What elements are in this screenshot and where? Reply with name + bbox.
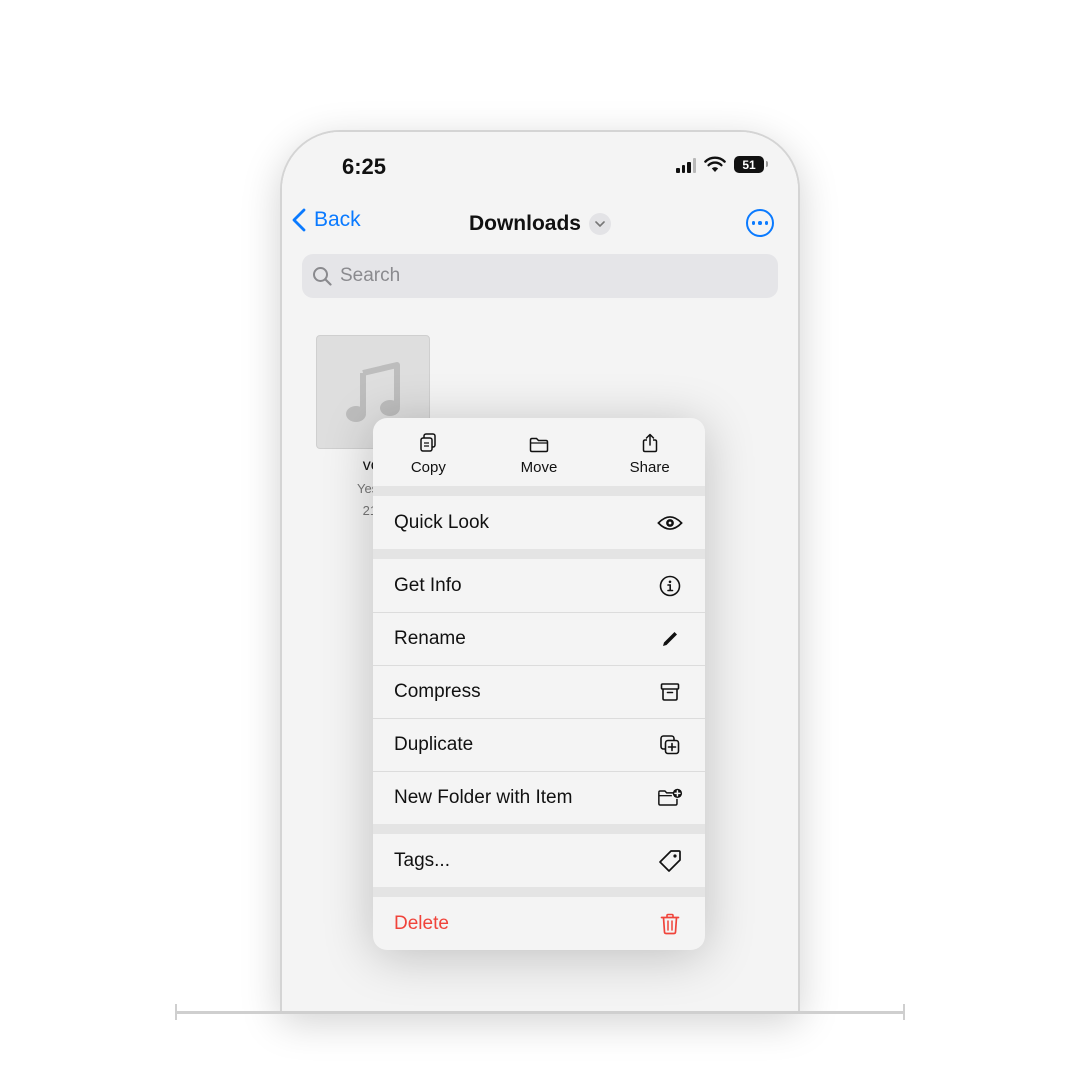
baseline-tick-left [175,1004,177,1020]
eye-icon [657,510,683,536]
share-button[interactable]: Share [594,418,705,486]
copy-label: Copy [410,459,446,476]
search-icon [313,267,332,286]
menu-separator [373,887,705,897]
quick-look-item[interactable]: Quick Look [373,496,705,549]
context-menu: Copy Move Share Quick Look Get Info Rena… [373,418,705,950]
battery-icon: 51 [734,156,768,173]
new-folder-label: New Folder with Item [394,787,573,808]
get-info-label: Get Info [394,574,462,596]
copy-button[interactable]: Copy [373,418,484,486]
delete-label: Delete [394,912,449,934]
share-label: Share [629,459,670,476]
compress-item[interactable]: Compress [373,665,705,718]
folder-plus-icon [657,785,683,811]
rename-item[interactable]: Rename [373,612,705,665]
wifi-icon [704,156,726,172]
new-folder-with-item[interactable]: New Folder with Item [373,771,705,824]
more-options-button[interactable] [746,209,774,237]
stage: 6:25 51 Back Downloads Search Copy Move … [0,0,1080,1080]
battery-level: 51 [742,157,756,172]
info-icon [657,573,683,599]
tags-item[interactable]: Tags... [373,834,705,887]
move-label: Move [520,459,558,476]
get-info-item[interactable]: Get Info [373,559,705,612]
tags-label: Tags... [394,849,450,871]
compress-label: Compress [394,681,481,702]
music-note-icon [346,362,400,422]
quick-actions-row: Copy Move Share [373,418,705,496]
status-icons: 51 [676,156,768,173]
folder-icon [529,437,549,453]
chevron-down-icon [589,213,611,235]
copy-icon [420,433,437,452]
tag-icon [657,848,683,874]
duplicate-label: Duplicate [394,734,474,755]
search-bar[interactable] [302,254,778,298]
duplicate-item[interactable]: Duplicate [373,718,705,771]
share-icon [642,433,657,453]
baseline-tick-right [903,1004,905,1020]
move-button[interactable]: Move [484,418,595,486]
archive-icon [657,679,683,705]
duplicate-icon [657,732,683,758]
status-time: 6:25 [342,154,387,179]
delete-item[interactable]: Delete [373,897,705,950]
trash-icon [657,911,683,937]
page-title-group[interactable]: Downloads [282,212,798,236]
menu-separator [373,549,705,559]
menu-separator [373,824,705,834]
page-title: Downloads [468,212,581,235]
bottom-baseline [176,1011,904,1014]
quick-look-label: Quick Look [394,511,490,533]
search-input[interactable] [340,265,740,287]
pencil-icon [657,626,683,652]
cellular-signal-icon [676,157,696,173]
rename-label: Rename [394,628,466,649]
